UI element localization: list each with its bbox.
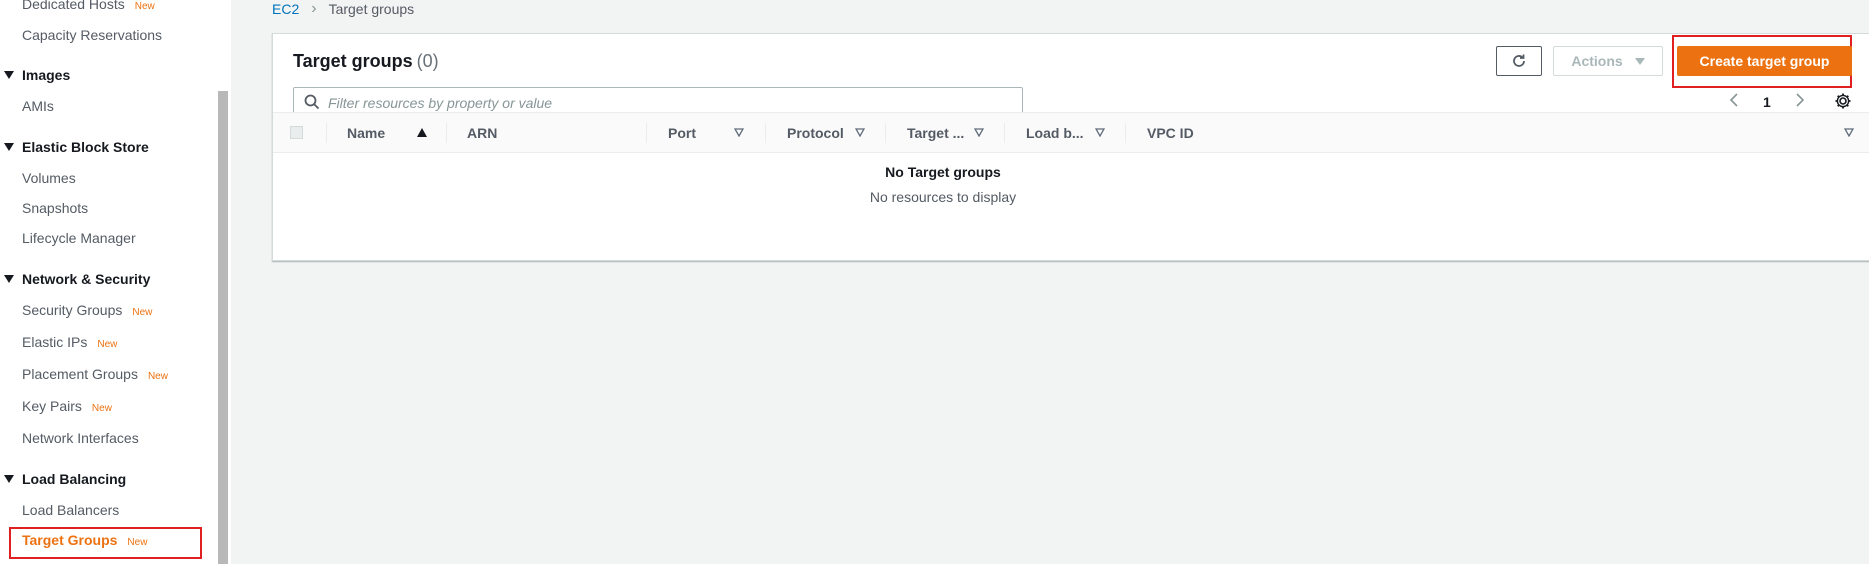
column-header-target-type[interactable]: Target ... (907, 113, 964, 152)
sort-down-icon[interactable] (1095, 128, 1105, 137)
sidebar-item-label: Volumes (22, 170, 76, 186)
sidebar: Dedicated Hosts New Capacity Reservations… (0, 0, 216, 564)
sidebar-item-label: Key Pairs (22, 398, 82, 414)
column-label: Load b... (1026, 124, 1084, 141)
column-label: Protocol (787, 124, 844, 141)
sidebar-item-load-balancers[interactable]: Load Balancers (22, 502, 119, 518)
column-label: Port (668, 124, 696, 141)
section-title: Images (22, 67, 71, 83)
column-label: Name (347, 124, 386, 141)
sidebar-item-label: Network Interfaces (22, 430, 139, 446)
breadcrumb: EC2 › Target groups (272, 0, 414, 18)
column-divider (326, 123, 327, 143)
section-elastic-block-store[interactable]: Elastic Block Store (4, 139, 149, 155)
sort-down-icon[interactable] (855, 128, 865, 137)
sidebar-item-network-interfaces[interactable]: Network Interfaces (22, 430, 139, 446)
highlight-outline (9, 527, 202, 559)
column-divider (765, 123, 766, 143)
column-divider (1004, 123, 1005, 143)
column-header-port[interactable]: Port (668, 113, 696, 152)
next-page-icon[interactable] (1791, 92, 1809, 112)
section-title: Network & Security (22, 271, 151, 287)
select-all-checkbox[interactable] (290, 126, 303, 139)
new-badge: New (97, 339, 118, 350)
triangle-down-icon (4, 143, 14, 151)
page-number[interactable]: 1 (1763, 94, 1771, 110)
breadcrumb-current: Target groups (328, 1, 415, 17)
triangle-down-icon (4, 475, 14, 483)
sort-ascending-icon[interactable] (417, 128, 427, 137)
column-divider (1125, 123, 1126, 143)
sidebar-item-label: AMIs (22, 98, 54, 114)
sidebar-item-dedicated-hosts[interactable]: Dedicated Hosts New (22, 0, 155, 12)
sidebar-item-capacity-reservations[interactable]: Capacity Reservations (22, 27, 162, 43)
panel-title-text: Target groups (293, 51, 413, 71)
section-network-security[interactable]: Network & Security (4, 271, 150, 287)
column-label: Target ... (907, 124, 965, 141)
table-header: Name ARN Port Protocol Target ... Load b… (273, 112, 1869, 153)
triangle-down-icon (4, 71, 14, 79)
column-label: VPC ID (1147, 124, 1194, 141)
column-header-vpc-id[interactable]: VPC ID (1147, 113, 1194, 152)
new-badge: New (132, 307, 153, 318)
sort-down-icon[interactable] (734, 128, 744, 137)
sidebar-scrollbar-thumb[interactable] (218, 91, 228, 564)
new-badge: New (147, 371, 168, 382)
sidebar-item-lifecycle-manager[interactable]: Lifecycle Manager (22, 230, 136, 246)
breadcrumb-ec2-link[interactable]: EC2 (272, 1, 299, 17)
empty-state-title: No Target groups (885, 164, 1001, 180)
section-load-balancing[interactable]: Load Balancing (4, 471, 126, 487)
panel-count: (0) (416, 51, 439, 71)
column-divider (646, 123, 647, 143)
column-header-load-balancer[interactable]: Load b... (1026, 113, 1084, 152)
create-target-group-button[interactable]: Create target group (1677, 46, 1852, 76)
sidebar-item-label: Elastic IPs (22, 334, 88, 350)
sidebar-item-label: Capacity Reservations (22, 27, 163, 43)
previous-page-icon[interactable] (1725, 92, 1743, 112)
empty-state-subtitle: No resources to display (869, 189, 1017, 205)
panel-title: Target groups (0) (293, 51, 439, 72)
sidebar-item-label: Load Balancers (22, 502, 120, 518)
sidebar-item-label: Placement Groups (22, 366, 138, 382)
target-groups-panel: Target groups (0) Actions Create target g… (272, 33, 1869, 261)
sort-down-icon[interactable] (1844, 128, 1854, 137)
column-divider (446, 123, 447, 143)
column-label: ARN (467, 124, 498, 141)
refresh-icon (1513, 54, 1525, 67)
sidebar-item-security-groups[interactable]: Security Groups New (22, 302, 152, 318)
sidebar-item-volumes[interactable]: Volumes (22, 170, 76, 186)
column-divider (885, 123, 886, 143)
sort-down-icon[interactable] (974, 128, 984, 137)
actions-dropdown-button[interactable]: Actions (1553, 46, 1663, 76)
sidebar-item-placement-groups[interactable]: Placement Groups New (22, 366, 168, 382)
section-title: Load Balancing (22, 471, 127, 487)
sidebar-item-label: Lifecycle Manager (22, 230, 136, 246)
sidebar-item-elastic-ips[interactable]: Elastic IPs New (22, 334, 117, 350)
pagination: 1 (1725, 90, 1809, 114)
search-icon (304, 94, 320, 110)
section-images[interactable]: Images (4, 67, 70, 83)
sidebar-item-key-pairs[interactable]: Key Pairs New (22, 398, 112, 414)
new-badge: New (134, 1, 155, 12)
column-header-protocol[interactable]: Protocol (787, 113, 844, 152)
triangle-down-icon (4, 275, 14, 283)
sidebar-item-label: Snapshots (22, 200, 89, 216)
section-title: Elastic Block Store (22, 139, 149, 155)
column-header-name[interactable]: Name (347, 113, 385, 152)
column-header-arn[interactable]: ARN (467, 113, 497, 152)
sidebar-item-amis[interactable]: AMIs (22, 98, 54, 114)
chevron-right-icon: › (311, 0, 317, 17)
actions-label: Actions (1571, 53, 1623, 69)
sidebar-item-snapshots[interactable]: Snapshots (22, 200, 88, 216)
caret-down-icon (1634, 57, 1645, 65)
sidebar-item-label: Security Groups (22, 302, 123, 318)
sidebar-item-label: Dedicated Hosts (22, 0, 125, 12)
refresh-button[interactable] (1496, 46, 1542, 76)
new-badge: New (91, 403, 112, 414)
